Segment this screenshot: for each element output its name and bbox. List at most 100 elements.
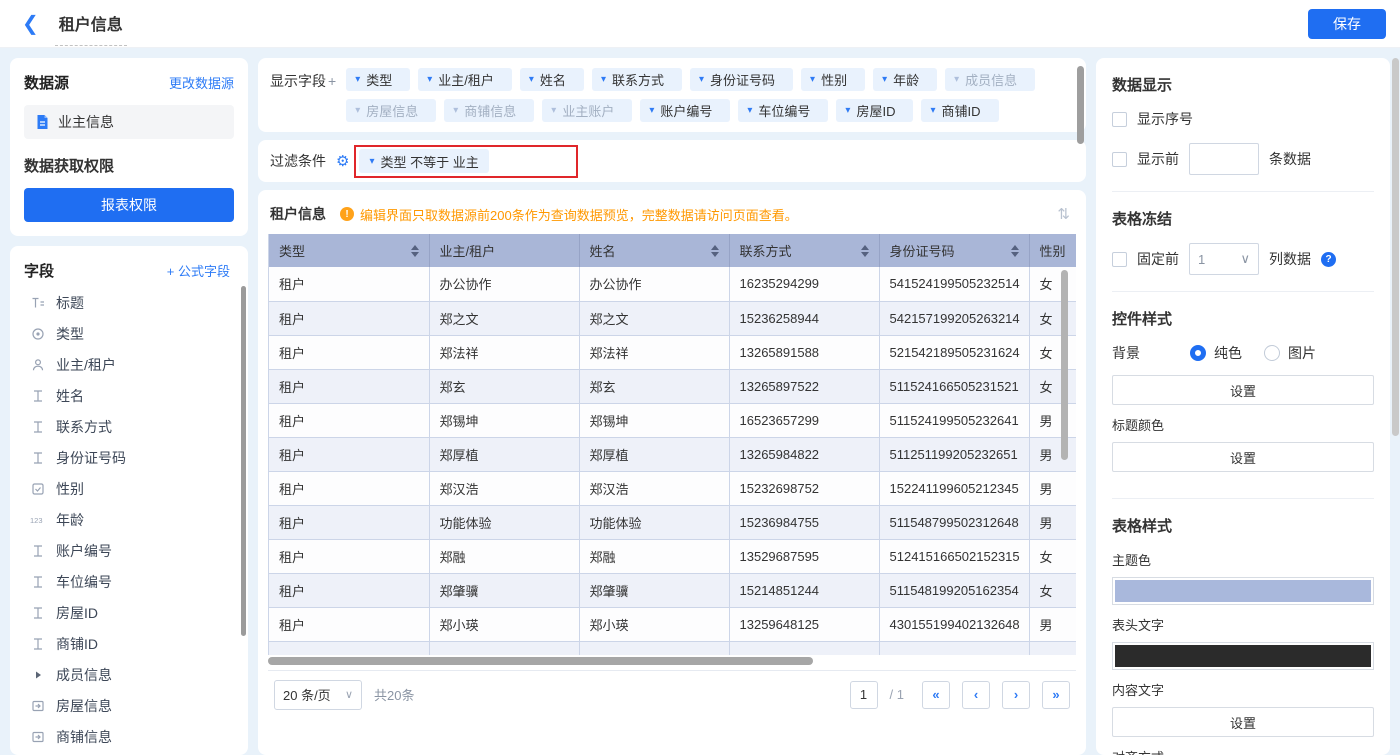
display-field-chip[interactable]: ▾房屋信息 xyxy=(346,99,436,122)
column-header[interactable]: 身份证号码 xyxy=(879,234,1029,267)
back-icon[interactable]: ❮ xyxy=(22,14,39,34)
show-first-count-input[interactable] xyxy=(1189,143,1259,175)
column-header[interactable]: 业主/租户 xyxy=(429,234,579,267)
datasource-title: 数据源 xyxy=(24,72,69,93)
table-cell: 15236258944 xyxy=(729,301,879,335)
datasource-item[interactable]: 业主信息 xyxy=(24,105,234,139)
top-header: ❮ 租户信息 保存 xyxy=(0,0,1400,48)
help-icon[interactable]: ? xyxy=(1321,252,1336,267)
last-page-button[interactable]: » xyxy=(1042,681,1070,709)
page-size-select[interactable]: 20 条/页 ∨ xyxy=(274,680,362,710)
column-header[interactable]: 联系方式 xyxy=(729,234,879,267)
display-field-chip[interactable]: ▾房屋ID xyxy=(836,99,913,122)
page-number-input[interactable]: 1 xyxy=(850,681,878,709)
preview-table-card: 租户信息 ! 编辑界面只取数据源前200条作为查询数据预览，完整数据请访问页面查… xyxy=(258,190,1086,755)
save-button[interactable]: 保存 xyxy=(1308,9,1386,39)
sort-icon[interactable] xyxy=(1011,245,1019,257)
display-field-chip[interactable]: ▾账户编号 xyxy=(640,99,730,122)
field-item[interactable]: 标题 xyxy=(24,287,238,318)
column-header[interactable]: 性别 xyxy=(1029,234,1076,267)
sort-order-icon[interactable]: ⇅ xyxy=(1053,205,1074,223)
display-field-chip[interactable]: ▾车位编号 xyxy=(738,99,828,122)
prev-page-button[interactable]: ‹ xyxy=(962,681,990,709)
field-item[interactable]: 房屋ID xyxy=(24,597,238,628)
field-item[interactable]: 成员信息 xyxy=(24,659,238,690)
display-field-chip[interactable]: ▾年龄 xyxy=(873,68,937,91)
header-text-color-swatch[interactable] xyxy=(1112,642,1374,670)
title-color-set-button[interactable]: 设置 xyxy=(1112,442,1374,472)
show-first-checkbox[interactable] xyxy=(1112,152,1127,167)
sort-icon[interactable] xyxy=(411,245,419,257)
field-item[interactable]: 房屋信息 xyxy=(24,690,238,721)
display-field-chip[interactable]: ▾联系方式 xyxy=(592,68,682,91)
field-item[interactable]: 姓名 xyxy=(24,380,238,411)
chip-label: 业主账户 xyxy=(562,101,614,120)
display-field-chip[interactable]: ▾业主/租户 xyxy=(418,68,512,91)
sort-icon[interactable] xyxy=(861,245,869,257)
gear-icon[interactable]: ⚙ xyxy=(336,154,349,169)
page-total-label: / 1 xyxy=(890,687,904,702)
freeze-count-select[interactable]: 1 ∨ xyxy=(1189,243,1259,275)
preview-warning: ! 编辑界面只取数据源前200条作为查询数据预览，完整数据请访问页面查看。 xyxy=(340,205,1039,224)
column-header[interactable]: 姓名 xyxy=(579,234,729,267)
table-horizontal-scrollbar[interactable] xyxy=(268,657,813,665)
field-item[interactable]: 业主/租户 xyxy=(24,349,238,380)
table-cell: 13265984822 xyxy=(729,437,879,471)
table-cell: 功能体验 xyxy=(429,505,579,539)
next-page-button[interactable]: › xyxy=(1002,681,1030,709)
table-cell: 租户 xyxy=(269,403,429,437)
display-field-chip[interactable]: ▾业主账户 xyxy=(542,99,632,122)
display-field-chip[interactable]: ▾性别 xyxy=(801,68,865,91)
text-icon xyxy=(30,450,46,466)
table-cell: 13529687595 xyxy=(729,539,879,573)
chip-label: 车位编号 xyxy=(758,101,810,120)
sort-icon[interactable] xyxy=(711,245,719,257)
fields-scrollbar[interactable] xyxy=(241,286,246,636)
display-field-chip[interactable]: ▾身份证号码 xyxy=(690,68,793,91)
display-field-chip[interactable]: ▾商铺信息 xyxy=(444,99,534,122)
chevron-down-icon: ∨ xyxy=(345,688,353,701)
first-page-button[interactable]: « xyxy=(922,681,950,709)
chevron-down-icon: ▾ xyxy=(845,105,850,116)
column-label: 业主/租户 xyxy=(440,241,496,260)
content-text-set-button[interactable]: 设置 xyxy=(1112,707,1374,737)
table-cell: 女 xyxy=(1029,573,1076,607)
field-item[interactable]: 类型 xyxy=(24,318,238,349)
image-radio[interactable] xyxy=(1264,345,1280,361)
display-field-chip[interactable]: ▾类型 xyxy=(346,68,410,91)
background-set-button[interactable]: 设置 xyxy=(1112,375,1374,405)
number-icon: 123 xyxy=(30,512,46,528)
freeze-columns-checkbox[interactable] xyxy=(1112,252,1127,267)
table-title: 租户信息 xyxy=(270,204,326,224)
field-item[interactable]: 性别 xyxy=(24,473,238,504)
field-item[interactable]: 123年龄 xyxy=(24,504,238,535)
main-panel-scrollbar[interactable] xyxy=(1077,66,1084,144)
field-item[interactable]: 身份证号码 xyxy=(24,442,238,473)
table-row: 租户郑玄郑玄13265897522511524166505231521女 xyxy=(269,369,1076,403)
report-permission-button[interactable]: 报表权限 xyxy=(24,188,234,222)
display-field-chip[interactable]: ▾商铺ID xyxy=(921,99,998,122)
table-cell: 郑之文 xyxy=(429,301,579,335)
solid-color-radio[interactable] xyxy=(1190,345,1206,361)
field-item[interactable]: 商铺ID xyxy=(24,628,238,659)
table-cell: 16235294299 xyxy=(729,267,879,301)
display-field-chip[interactable]: ▾成员信息 xyxy=(945,68,1035,91)
chevron-down-icon: ▾ xyxy=(810,74,815,85)
filter-condition-chip[interactable]: ▾ 类型 不等于 业主 xyxy=(359,149,488,173)
display-field-chip[interactable]: ▾姓名 xyxy=(520,68,584,91)
field-item[interactable]: 账户编号 xyxy=(24,535,238,566)
field-item[interactable]: 商铺信息 xyxy=(24,721,238,752)
table-vertical-scrollbar[interactable] xyxy=(1061,270,1068,460)
freeze-title: 表格冻结 xyxy=(1112,208,1374,229)
table-cell: 租户 xyxy=(269,539,429,573)
person-icon xyxy=(30,357,46,373)
change-datasource-link[interactable]: 更改数据源 xyxy=(169,73,234,92)
column-header[interactable]: 类型 xyxy=(269,234,429,267)
field-item[interactable]: 联系方式 xyxy=(24,411,238,442)
add-formula-field-link[interactable]: + 公式字段 xyxy=(167,261,230,280)
add-display-field-button[interactable]: + xyxy=(328,73,336,89)
window-scrollbar[interactable] xyxy=(1392,58,1399,436)
theme-color-swatch[interactable] xyxy=(1112,577,1374,605)
field-item[interactable]: 车位编号 xyxy=(24,566,238,597)
show-index-checkbox[interactable] xyxy=(1112,112,1127,127)
